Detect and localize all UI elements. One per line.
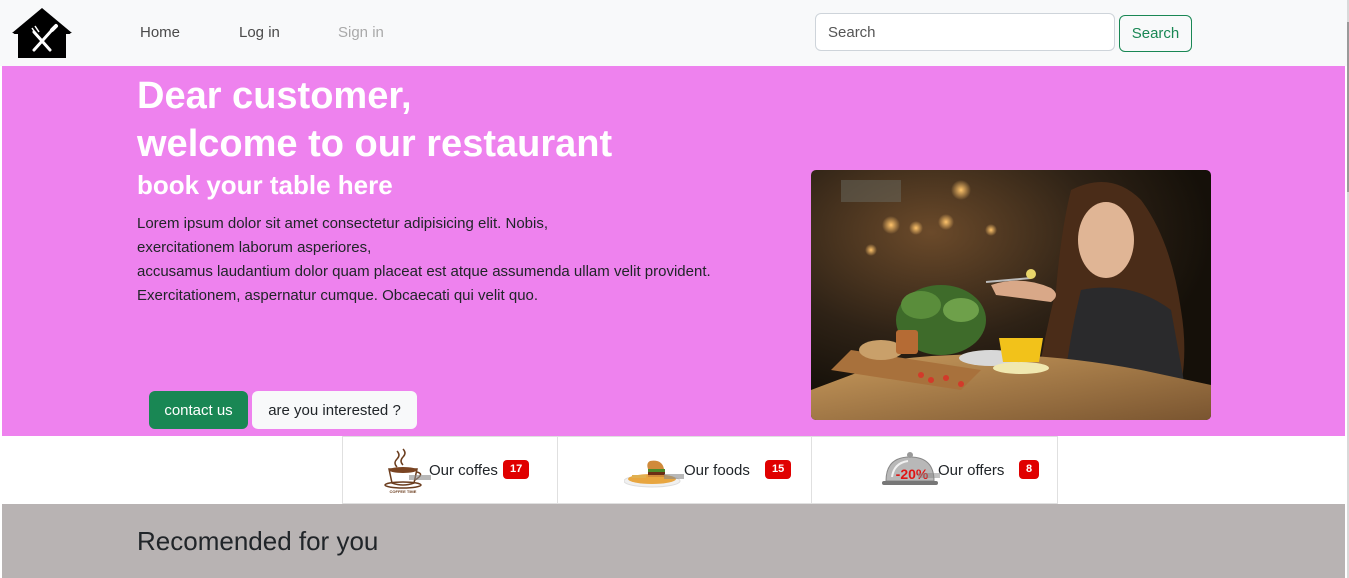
- restaurant-logo-icon[interactable]: [10, 6, 74, 60]
- contact-us-button[interactable]: contact us: [149, 391, 248, 429]
- category-label: Our foods: [684, 462, 750, 479]
- hero-text-line: exercitationem laborum asperiores,: [137, 239, 372, 256]
- hero-subtitle: book your table here: [137, 170, 393, 200]
- navbar: Home Log in Sign in Search: [0, 0, 1347, 66]
- hero-title-line2: welcome to our restaurant: [137, 123, 613, 165]
- burger-plate-icon: [624, 460, 684, 488]
- restaurant-woman-photo: [811, 170, 1211, 420]
- search-button[interactable]: Search: [1119, 15, 1192, 52]
- category-offers[interactable]: -20% Our offers 8: [812, 436, 1058, 504]
- search-input[interactable]: [815, 13, 1115, 51]
- hero-title: Dear customer, welcome to our restaurant: [137, 72, 612, 168]
- coffee-icon-text: COFFEE TIME: [390, 489, 417, 494]
- category-strip: COFFEE TIME Our coffes 17 Our foods 15 -…: [342, 436, 1058, 504]
- hero-banner: Dear customer, welcome to our restaurant…: [2, 66, 1345, 436]
- category-coffees[interactable]: COFFEE TIME Our coffes 17: [342, 436, 558, 504]
- coffee-cup-icon: COFFEE TIME: [384, 448, 431, 494]
- nav-login-link[interactable]: Log in: [239, 24, 280, 41]
- hero-description: Lorem ipsum dolor sit amet consectetur a…: [137, 212, 777, 308]
- category-label: Our coffes: [429, 462, 498, 479]
- nav-signin-link[interactable]: Sign in: [338, 24, 384, 41]
- discount-cloche-icon: -20%: [882, 452, 940, 485]
- hero-text-line: Exercitationem, aspernatur cumque. Obcae…: [137, 287, 539, 304]
- recommended-title: Recomended for you: [137, 526, 379, 556]
- hero-title-line1: Dear customer,: [137, 75, 412, 117]
- category-foods[interactable]: Our foods 15: [558, 436, 812, 504]
- hero-text-line: accusamus laudantium dolor quam placeat …: [137, 263, 711, 280]
- recommended-section: Recomended for you: [2, 504, 1345, 578]
- nav-home-link[interactable]: Home: [140, 24, 180, 41]
- category-count-badge: 8: [1019, 460, 1040, 479]
- category-count-badge: 17: [503, 460, 530, 479]
- category-label: Our offers: [938, 462, 1005, 479]
- interested-button[interactable]: are you interested ?: [252, 391, 417, 429]
- hero-text-line: Lorem ipsum dolor sit amet consectetur a…: [137, 215, 549, 232]
- category-count-badge: 15: [765, 460, 792, 479]
